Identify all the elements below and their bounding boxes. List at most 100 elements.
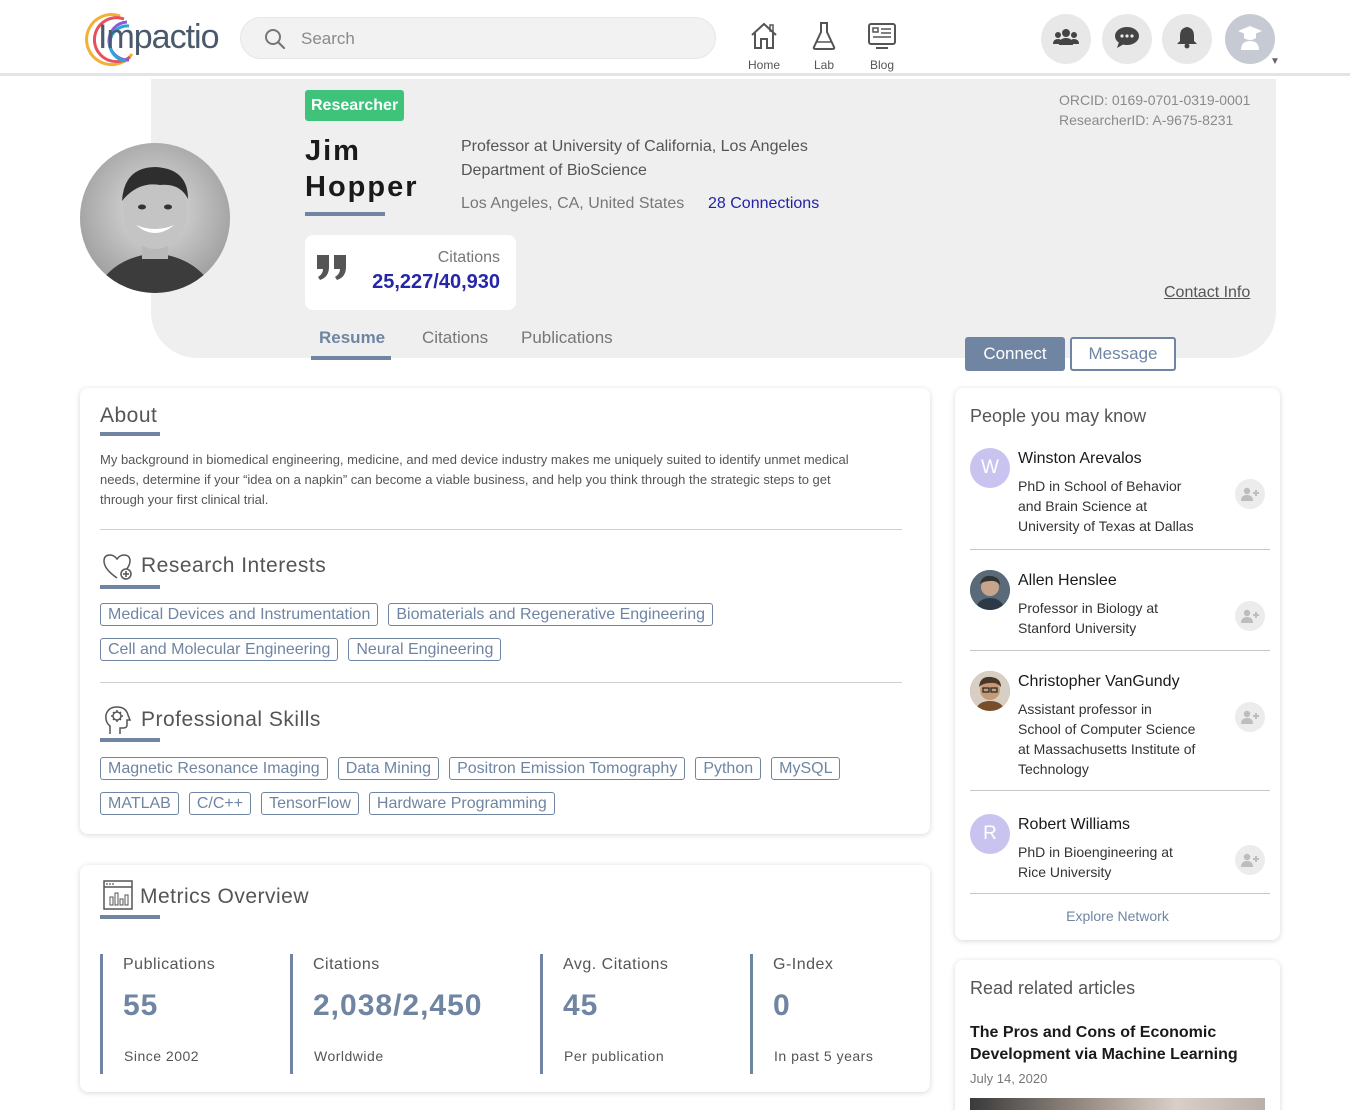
impactio-logo[interactable]: Impactio bbox=[80, 10, 225, 67]
skill-tag[interactable]: Hardware Programming bbox=[368, 792, 555, 815]
citations-label: Citations bbox=[437, 249, 500, 266]
nav-home[interactable]: Home bbox=[741, 20, 787, 72]
person-name[interactable]: Christopher VanGundy bbox=[1018, 673, 1180, 691]
message-button[interactable]: Message bbox=[1070, 337, 1176, 371]
person-suggestion[interactable]: R Robert Williams PhD in Bioengineering … bbox=[970, 814, 1270, 884]
home-icon bbox=[741, 20, 787, 54]
tab-publications[interactable]: Publications bbox=[521, 328, 613, 348]
profile-photo bbox=[80, 143, 230, 293]
metric-label: Citations bbox=[313, 956, 380, 973]
skill-tag[interactable]: Magnetic Resonance Imaging bbox=[100, 757, 328, 780]
avatar bbox=[970, 570, 1010, 610]
article-headline[interactable]: The Pros and Cons of Economic Developmen… bbox=[970, 1022, 1265, 1066]
nav-lab-label: Lab bbox=[813, 58, 835, 72]
people-title: People you may know bbox=[970, 406, 1147, 426]
people-you-may-know-card: People you may know W Winston Arevalos P… bbox=[955, 388, 1280, 940]
skill-tag[interactable]: MySQL bbox=[771, 757, 841, 780]
contact-info-link[interactable]: Contact Info bbox=[1164, 284, 1250, 302]
research-interests-title: Research Interests bbox=[141, 554, 327, 577]
metric-subtext: In past 5 years bbox=[774, 1048, 874, 1064]
person-suggestion[interactable]: Allen Henslee Professor in Biology at St… bbox=[970, 570, 1270, 650]
tab-citations[interactable]: Citations bbox=[422, 328, 488, 348]
interest-tag[interactable]: Biomaterials and Regenerative Engineerin… bbox=[388, 603, 713, 626]
chat-icon bbox=[1114, 25, 1140, 54]
professional-skills-underline bbox=[100, 738, 160, 742]
person-divider bbox=[970, 893, 1270, 894]
user-avatar-button[interactable] bbox=[1225, 14, 1275, 64]
add-person-icon[interactable] bbox=[1235, 702, 1265, 732]
metric-value: 45 bbox=[563, 989, 599, 1022]
person-suggestion[interactable]: W Winston Arevalos PhD in School of Beha… bbox=[970, 448, 1270, 548]
person-name[interactable]: Robert Williams bbox=[1018, 816, 1130, 834]
metric-label: Publications bbox=[123, 956, 216, 973]
person-name[interactable]: Winston Arevalos bbox=[1018, 450, 1142, 468]
bell-icon bbox=[1176, 25, 1198, 54]
add-person-icon[interactable] bbox=[1235, 601, 1265, 631]
skill-tag[interactable]: MATLAB bbox=[100, 792, 179, 815]
metric-label: G-Index bbox=[773, 956, 834, 973]
heart-plus-icon bbox=[102, 552, 134, 587]
person-divider bbox=[970, 650, 1270, 651]
citations-summary-card: Citations 25,227/40,930 bbox=[305, 235, 516, 310]
messages-button[interactable] bbox=[1102, 14, 1152, 64]
active-tab-indicator bbox=[311, 356, 391, 360]
metric-subtext: Worldwide bbox=[314, 1048, 384, 1064]
metric-label: Avg. Citations bbox=[563, 956, 669, 973]
section-divider bbox=[100, 529, 902, 530]
person-divider bbox=[970, 790, 1270, 791]
metric-subtext: Since 2002 bbox=[124, 1048, 200, 1064]
skill-tag[interactable]: C/C++ bbox=[188, 792, 252, 815]
metric-avg-citations: Avg. Citations 45 Per publication bbox=[540, 954, 750, 1074]
metric-g-index: G-Index 0 In past 5 years bbox=[750, 954, 910, 1074]
section-divider bbox=[100, 682, 902, 683]
add-person-icon[interactable] bbox=[1235, 479, 1265, 509]
search-input[interactable] bbox=[301, 27, 681, 51]
gear-head-icon bbox=[102, 704, 134, 741]
interest-tag[interactable]: Medical Devices and Instrumentation bbox=[100, 603, 379, 626]
person-suggestion[interactable]: Christopher VanGundy Assistant professor… bbox=[970, 671, 1270, 781]
metric-value: 0 bbox=[773, 989, 791, 1022]
connect-button[interactable]: Connect bbox=[965, 337, 1065, 371]
interest-tag[interactable]: Neural Engineering bbox=[348, 638, 502, 661]
related-articles-title: Read related articles bbox=[970, 978, 1136, 998]
person-divider bbox=[970, 549, 1270, 550]
name-underline bbox=[305, 212, 385, 216]
notifications-button[interactable] bbox=[1162, 14, 1212, 64]
profile-department: Department of BioScience bbox=[461, 162, 647, 179]
chevron-down-icon[interactable]: ▼ bbox=[1270, 56, 1280, 67]
search-icon bbox=[263, 27, 287, 56]
skill-tag[interactable]: Python bbox=[695, 757, 762, 780]
nav-home-label: Home bbox=[747, 58, 780, 72]
skill-tag[interactable]: Data Mining bbox=[337, 757, 440, 780]
skill-tag[interactable]: TensorFlow bbox=[261, 792, 359, 815]
nav-blog[interactable]: Blog bbox=[859, 20, 905, 72]
search-bar[interactable] bbox=[240, 17, 716, 59]
people-icon bbox=[1053, 27, 1079, 52]
article-date: July 14, 2020 bbox=[970, 1071, 1048, 1086]
nav-blog-label: Blog bbox=[869, 58, 895, 72]
metrics-underline bbox=[100, 915, 160, 919]
nav-lab[interactable]: Lab bbox=[801, 20, 847, 72]
about-card: About My background in biomedical engine… bbox=[80, 388, 930, 834]
connections-link[interactable]: 28 Connections bbox=[708, 195, 819, 213]
person-name[interactable]: Allen Henslee bbox=[1018, 572, 1117, 590]
article-thumbnail[interactable] bbox=[970, 1098, 1265, 1110]
avatar bbox=[970, 671, 1010, 711]
people-button[interactable] bbox=[1041, 14, 1091, 64]
research-interests-underline bbox=[100, 585, 160, 589]
add-person-icon[interactable] bbox=[1235, 845, 1265, 875]
metric-publications: Publications 55 Since 2002 bbox=[100, 954, 290, 1074]
metrics-overview-title: Metrics Overview bbox=[140, 885, 310, 908]
skill-tag[interactable]: Positron Emission Tomography bbox=[449, 757, 686, 780]
metric-value: 2,038/2,450 bbox=[313, 989, 483, 1022]
metric-subtext: Per publication bbox=[564, 1048, 665, 1064]
explore-network-link[interactable]: Explore Network bbox=[955, 908, 1280, 924]
orcid-text: ORCID: 0169-0701-0319-0001 bbox=[1059, 92, 1251, 108]
blog-icon bbox=[859, 20, 905, 54]
chart-window-icon bbox=[102, 879, 134, 916]
about-underline bbox=[100, 432, 160, 436]
interest-tag[interactable]: Cell and Molecular Engineering bbox=[100, 638, 339, 661]
metric-value: 55 bbox=[123, 989, 159, 1022]
citations-value: 25,227/40,930 bbox=[372, 271, 500, 293]
tab-resume[interactable]: Resume bbox=[319, 328, 385, 348]
